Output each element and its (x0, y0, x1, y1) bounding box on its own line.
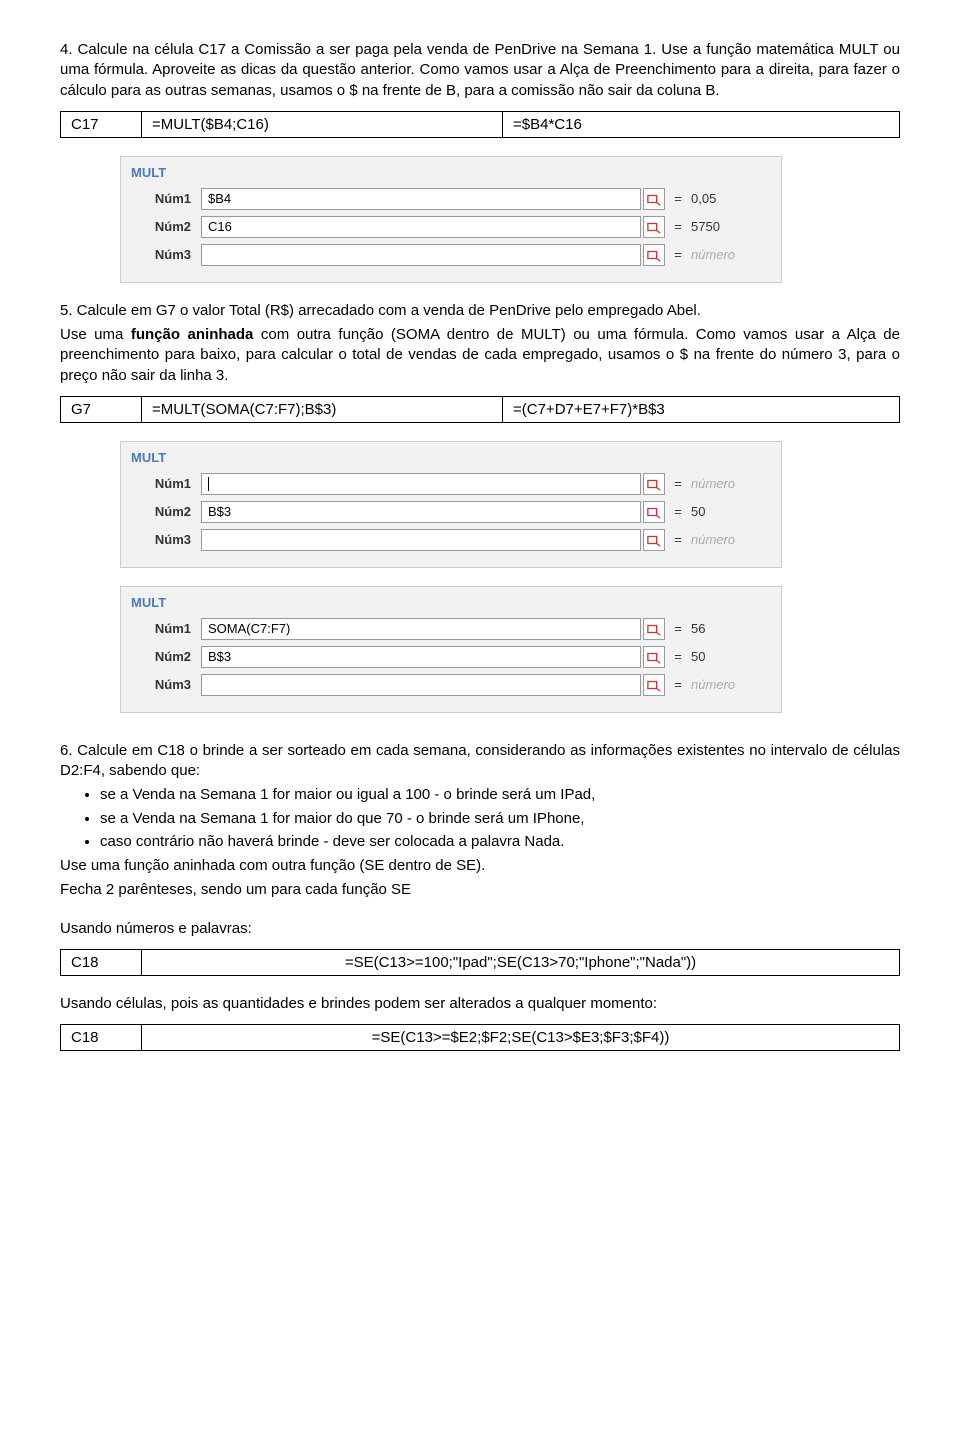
mult-panel-q5-b: MULT Núm1 SOMA(C7:F7) = 56 Núm2 B$3 = 50… (120, 586, 782, 713)
mult-row-num1: Núm1 = número (131, 473, 771, 495)
q5-formula-2: =(C7+D7+E7+F7)*B$3 (503, 396, 900, 422)
q6-heading-1: Usando números e palavras: (60, 919, 900, 939)
arg-result-placeholder: número (691, 532, 771, 547)
q5-formula-table: G7 =MULT(SOMA(C7:F7);B$3) =(C7+D7+E7+F7)… (60, 396, 900, 423)
arg-input[interactable] (201, 473, 641, 495)
range-picker-icon[interactable] (643, 529, 665, 551)
q5-cell: G7 (61, 396, 142, 422)
arg-label: Núm3 (131, 677, 201, 692)
q4-text: 4. Calcule na célula C17 a Comissão a se… (60, 40, 900, 101)
q6-text-1: 6. Calcule em C18 o brinde a ser sortead… (60, 741, 900, 782)
mult-row-num3: Núm3 = número (131, 244, 771, 266)
arg-input[interactable] (201, 529, 641, 551)
mult-row-num3: Núm3 = número (131, 529, 771, 551)
arg-result: 56 (691, 621, 771, 636)
arg-input[interactable]: SOMA(C7:F7) (201, 618, 641, 640)
mult-title: MULT (131, 595, 771, 610)
mult-panel-q5-a: MULT Núm1 = número Núm2 B$3 = 50 Núm3 = … (120, 441, 782, 568)
range-picker-icon[interactable] (643, 646, 665, 668)
arg-label: Núm2 (131, 219, 201, 234)
q6-formula-2: =SE(C13>=$E2;$F2;SE(C13>$E3;$F3;$F4)) (142, 1025, 900, 1051)
range-picker-icon[interactable] (643, 244, 665, 266)
q5-text-2a: Use uma (60, 326, 131, 343)
q6-formula-1: =SE(C13>=100;"Ipad";SE(C13>70;"Iphone";"… (142, 949, 900, 975)
mult-row-num1: Núm1 SOMA(C7:F7) = 56 (131, 618, 771, 640)
arg-input[interactable]: $B4 (201, 188, 641, 210)
range-picker-icon[interactable] (643, 473, 665, 495)
arg-input[interactable]: B$3 (201, 646, 641, 668)
q5-formula-1: =MULT(SOMA(C7:F7);B$3) (142, 396, 503, 422)
arg-result: 5750 (691, 219, 771, 234)
arg-label: Núm3 (131, 532, 201, 547)
arg-label: Núm2 (131, 649, 201, 664)
arg-result-placeholder: número (691, 677, 771, 692)
q6-formula-table-1: C18 =SE(C13>=100;"Ipad";SE(C13>70;"Iphon… (60, 949, 900, 976)
arg-label: Núm1 (131, 476, 201, 491)
arg-input[interactable] (201, 244, 641, 266)
q5-text-2: Use uma função aninhada com outra função… (60, 325, 900, 386)
equals-sign: = (665, 191, 691, 206)
equals-sign: = (665, 532, 691, 547)
range-picker-icon[interactable] (643, 618, 665, 640)
arg-result: 0,05 (691, 191, 771, 206)
q5-text-1: 5. Calcule em G7 o valor Total (R$) arre… (60, 301, 900, 321)
q4-formula-1: =MULT($B4;C16) (142, 111, 503, 137)
q6-cell-1: C18 (61, 949, 142, 975)
arg-input[interactable]: C16 (201, 216, 641, 238)
equals-sign: = (665, 247, 691, 262)
range-picker-icon[interactable] (643, 216, 665, 238)
mult-row-num1: Núm1 $B4 = 0,05 (131, 188, 771, 210)
mult-row-num3: Núm3 = número (131, 674, 771, 696)
arg-input[interactable] (201, 674, 641, 696)
q4-formula-2: =$B4*C16 (503, 111, 900, 137)
q6-text-3: Fecha 2 parênteses, sendo um para cada f… (60, 880, 900, 900)
equals-sign: = (665, 677, 691, 692)
q6-bullet-1: se a Venda na Semana 1 for maior ou igua… (100, 785, 900, 805)
equals-sign: = (665, 504, 691, 519)
q6-bullet-2: se a Venda na Semana 1 for maior do que … (100, 809, 900, 829)
mult-row-num2: Núm2 B$3 = 50 (131, 501, 771, 523)
mult-row-num2: Núm2 B$3 = 50 (131, 646, 771, 668)
arg-result-placeholder: número (691, 247, 771, 262)
arg-result: 50 (691, 649, 771, 664)
arg-result: 50 (691, 504, 771, 519)
arg-label: Núm3 (131, 247, 201, 262)
mult-row-num2: Núm2 C16 = 5750 (131, 216, 771, 238)
q6-text-2: Use uma função aninhada com outra função… (60, 856, 900, 876)
equals-sign: = (665, 649, 691, 664)
q6-formula-table-2: C18 =SE(C13>=$E2;$F2;SE(C13>$E3;$F3;$F4)… (60, 1024, 900, 1051)
equals-sign: = (665, 621, 691, 636)
mult-title: MULT (131, 450, 771, 465)
equals-sign: = (665, 476, 691, 491)
range-picker-icon[interactable] (643, 501, 665, 523)
range-picker-icon[interactable] (643, 674, 665, 696)
arg-result-placeholder: número (691, 476, 771, 491)
arg-label: Núm2 (131, 504, 201, 519)
range-picker-icon[interactable] (643, 188, 665, 210)
q4-formula-table: C17 =MULT($B4;C16) =$B4*C16 (60, 111, 900, 138)
equals-sign: = (665, 219, 691, 234)
q6-heading-2: Usando células, pois as quantidades e br… (60, 994, 900, 1014)
arg-label: Núm1 (131, 621, 201, 636)
arg-label: Núm1 (131, 191, 201, 206)
bold-phrase: função aninhada (131, 326, 254, 343)
arg-input[interactable]: B$3 (201, 501, 641, 523)
q6-bullets: se a Venda na Semana 1 for maior ou igua… (80, 785, 900, 852)
q4-cell: C17 (61, 111, 142, 137)
q6-bullet-3: caso contrário não haverá brinde - deve … (100, 832, 900, 852)
mult-panel-q4: MULT Núm1 $B4 = 0,05 Núm2 C16 = 5750 Núm… (120, 156, 782, 283)
mult-title: MULT (131, 165, 771, 180)
q6-cell-2: C18 (61, 1025, 142, 1051)
